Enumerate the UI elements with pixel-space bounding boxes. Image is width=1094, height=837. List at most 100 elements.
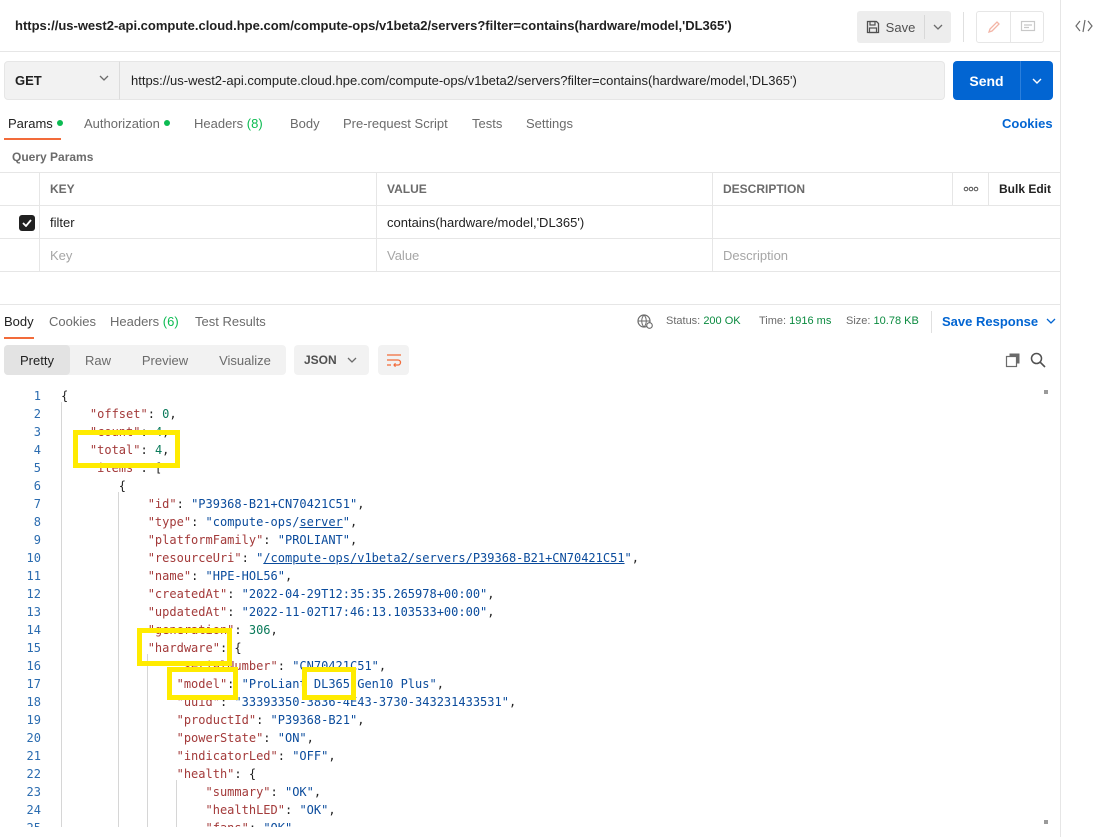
view-mode-segmented-control: Pretty Raw Preview Visualize: [4, 345, 286, 375]
tab-tests[interactable]: Tests: [472, 116, 502, 131]
param-value-field[interactable]: contains(hardware/model,'DL365'): [377, 206, 713, 238]
code-text: "name": "HPE-HOL56",: [147, 569, 293, 583]
method-select[interactable]: GET: [4, 61, 120, 100]
bulk-edit-button[interactable]: Bulk Edit: [989, 173, 1060, 205]
view-mode-visualize[interactable]: Visualize: [204, 345, 286, 375]
save-options-button[interactable]: [924, 11, 951, 43]
code-text: "powerState": "ON",: [176, 731, 314, 745]
check-icon: [22, 219, 32, 227]
tab-test-results[interactable]: Test Results: [195, 314, 266, 329]
comment-button[interactable]: [1011, 12, 1045, 42]
code-text: "type": "compute-ops/server",: [147, 515, 358, 529]
highlight-model: [167, 667, 238, 700]
code-line: 11 "name": "HPE-HOL56",: [0, 567, 1040, 585]
status-label: Status:: [666, 315, 701, 327]
format-select[interactable]: JSON: [294, 345, 369, 375]
cookies-link[interactable]: Cookies: [1002, 116, 1053, 131]
code-line: 24 "healthLED": "OK",: [0, 801, 1040, 819]
code-text: "fans": "OK",: [61, 819, 300, 827]
response-tabs: Body Cookies Headers (6) Test Results St…: [0, 311, 1060, 339]
code-line: 12 "createdAt": "2022-04-29T12:35:35.265…: [0, 585, 1040, 603]
tab-response-body[interactable]: Body: [4, 314, 34, 329]
code-text: {: [61, 479, 127, 493]
view-mode-pretty[interactable]: Pretty: [4, 345, 70, 375]
save-response-label: Save Response: [942, 314, 1039, 329]
vertical-scrollbar[interactable]: [1040, 386, 1052, 827]
tab-response-cookies[interactable]: Cookies: [49, 314, 96, 329]
response-size[interactable]: Size: 10.78 KB: [846, 315, 919, 327]
request-tabs: Params Authorization Headers (8) Body Pr…: [0, 110, 1060, 140]
tab-settings[interactable]: Settings: [526, 116, 573, 131]
code-text: "id": "P39368-B21+CN70421C51",: [147, 497, 365, 511]
view-mode-raw[interactable]: Raw: [70, 345, 126, 375]
tab-params[interactable]: Params: [8, 116, 63, 131]
tab-authorization[interactable]: Authorization: [84, 116, 170, 131]
view-mode-preview[interactable]: Preview: [126, 345, 204, 375]
tab-response-headers[interactable]: Headers (6): [110, 314, 179, 329]
code-line: 18 "uuid": "33393350-3836-4E43-3730-3432…: [0, 693, 1040, 711]
line-number: 23: [26, 785, 41, 799]
chevron-down-icon: [933, 24, 942, 30]
tab-body[interactable]: Body: [290, 116, 320, 131]
save-button[interactable]: Save: [857, 11, 924, 43]
tab-label: Headers: [110, 314, 160, 329]
line-number: 3: [33, 425, 41, 439]
code-text: "indicatorLed": "OFF",: [176, 749, 336, 763]
new-value-field[interactable]: Value: [377, 239, 713, 271]
url-input[interactable]: https://us-west2-api.compute.cloud.hpe.c…: [119, 61, 945, 100]
copy-icon[interactable]: [1005, 352, 1021, 371]
tab-headers[interactable]: Headers (8): [194, 116, 263, 131]
code-text: "model": "ProLiant DL365 Gen10 Plus",: [176, 677, 444, 691]
edit-comment-group: [976, 11, 1044, 43]
time-value: 1916 ms: [789, 315, 832, 327]
request-title[interactable]: https://us-west2-api.compute.cloud.hpe.c…: [15, 18, 732, 33]
wrap-lines-icon: [386, 354, 401, 367]
param-key-field[interactable]: filter: [40, 206, 377, 238]
send-button[interactable]: Send: [953, 61, 1020, 100]
new-description-field[interactable]: Description: [713, 239, 1060, 271]
code-line: 10 "resourceUri": "/compute-ops/v1beta2/…: [0, 549, 1040, 567]
code-line: 23 "summary": "OK",: [0, 783, 1040, 801]
code-line: 8 "type": "compute-ops/server",: [0, 513, 1040, 531]
code-text: "platformFamily": "PROLIANT",: [147, 533, 358, 547]
save-icon: [866, 20, 879, 34]
line-number: 4: [33, 443, 41, 457]
line-number: 2: [33, 407, 41, 421]
response-status[interactable]: Status: 200 OK: [666, 315, 741, 327]
table-header-row: KEY VALUE DESCRIPTION Bulk Edit: [0, 173, 1060, 206]
scroll-down-arrow[interactable]: [1044, 820, 1048, 824]
save-response-button[interactable]: Save Response: [942, 314, 1056, 329]
tab-prerequest-script[interactable]: Pre-request Script: [343, 116, 448, 131]
line-number: 7: [33, 497, 41, 511]
code-line: 20 "powerState": "ON",: [0, 729, 1040, 747]
divider: [931, 311, 932, 333]
edit-button[interactable]: [977, 12, 1011, 42]
save-button-group: Save: [857, 11, 951, 43]
status-dot: [163, 120, 170, 126]
active-tab-indicator: [4, 138, 61, 140]
code-icon[interactable]: [1075, 18, 1093, 37]
size-label: Size:: [846, 315, 871, 327]
line-number: 18: [26, 695, 41, 709]
new-key-field[interactable]: Key: [40, 239, 377, 271]
wrap-lines-button[interactable]: [378, 345, 409, 375]
column-header-description: DESCRIPTION: [713, 173, 953, 205]
response-time[interactable]: Time: 1916 ms: [759, 315, 831, 327]
code-line: 13 "updatedAt": "2022-11-02T17:46:13.103…: [0, 603, 1040, 621]
param-description-field[interactable]: [713, 206, 1060, 238]
send-options-button[interactable]: [1021, 61, 1053, 100]
code-line: 2 "offset": 0,: [0, 405, 1040, 423]
active-tab-indicator: [4, 337, 34, 339]
line-number: 20: [26, 731, 41, 745]
globe-icon[interactable]: [637, 313, 653, 332]
response-divider[interactable]: [0, 304, 1060, 305]
code-line: 7 "id": "P39368-B21+CN70421C51",: [0, 495, 1040, 513]
param-enabled-checkbox[interactable]: [19, 215, 35, 231]
column-header-value: VALUE: [377, 173, 713, 205]
line-number: 9: [33, 533, 41, 547]
line-number: 17: [26, 677, 41, 691]
scroll-up-arrow[interactable]: [1044, 390, 1048, 394]
code-text: {: [61, 389, 69, 403]
more-options-button[interactable]: [953, 173, 989, 205]
search-icon[interactable]: [1030, 352, 1046, 371]
